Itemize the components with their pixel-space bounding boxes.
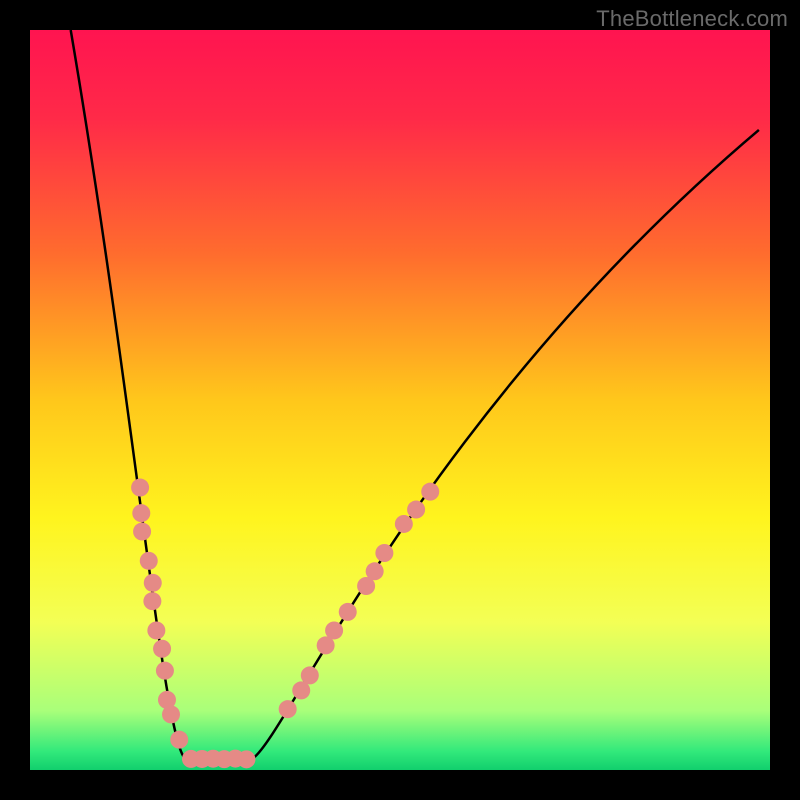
data-marker — [132, 504, 150, 522]
data-marker — [153, 640, 171, 658]
watermark-text: TheBottleneck.com — [596, 6, 788, 32]
data-marker — [140, 552, 158, 570]
data-marker — [133, 523, 151, 541]
data-marker — [357, 577, 375, 595]
data-marker — [395, 515, 413, 533]
data-marker — [170, 731, 188, 749]
chart-plot — [30, 30, 770, 770]
data-marker — [143, 592, 161, 610]
data-marker — [131, 479, 149, 497]
data-marker — [339, 603, 357, 621]
data-marker — [375, 544, 393, 562]
data-marker — [156, 662, 174, 680]
data-marker — [421, 483, 439, 501]
data-marker — [237, 750, 255, 768]
chart-frame: TheBottleneck.com — [0, 0, 800, 800]
data-marker — [144, 574, 162, 592]
gradient-background — [30, 30, 770, 770]
data-marker — [162, 705, 180, 723]
data-marker — [317, 636, 335, 654]
data-marker — [301, 666, 319, 684]
data-marker — [407, 501, 425, 519]
data-marker — [279, 700, 297, 718]
data-marker — [292, 681, 310, 699]
data-marker — [147, 621, 165, 639]
